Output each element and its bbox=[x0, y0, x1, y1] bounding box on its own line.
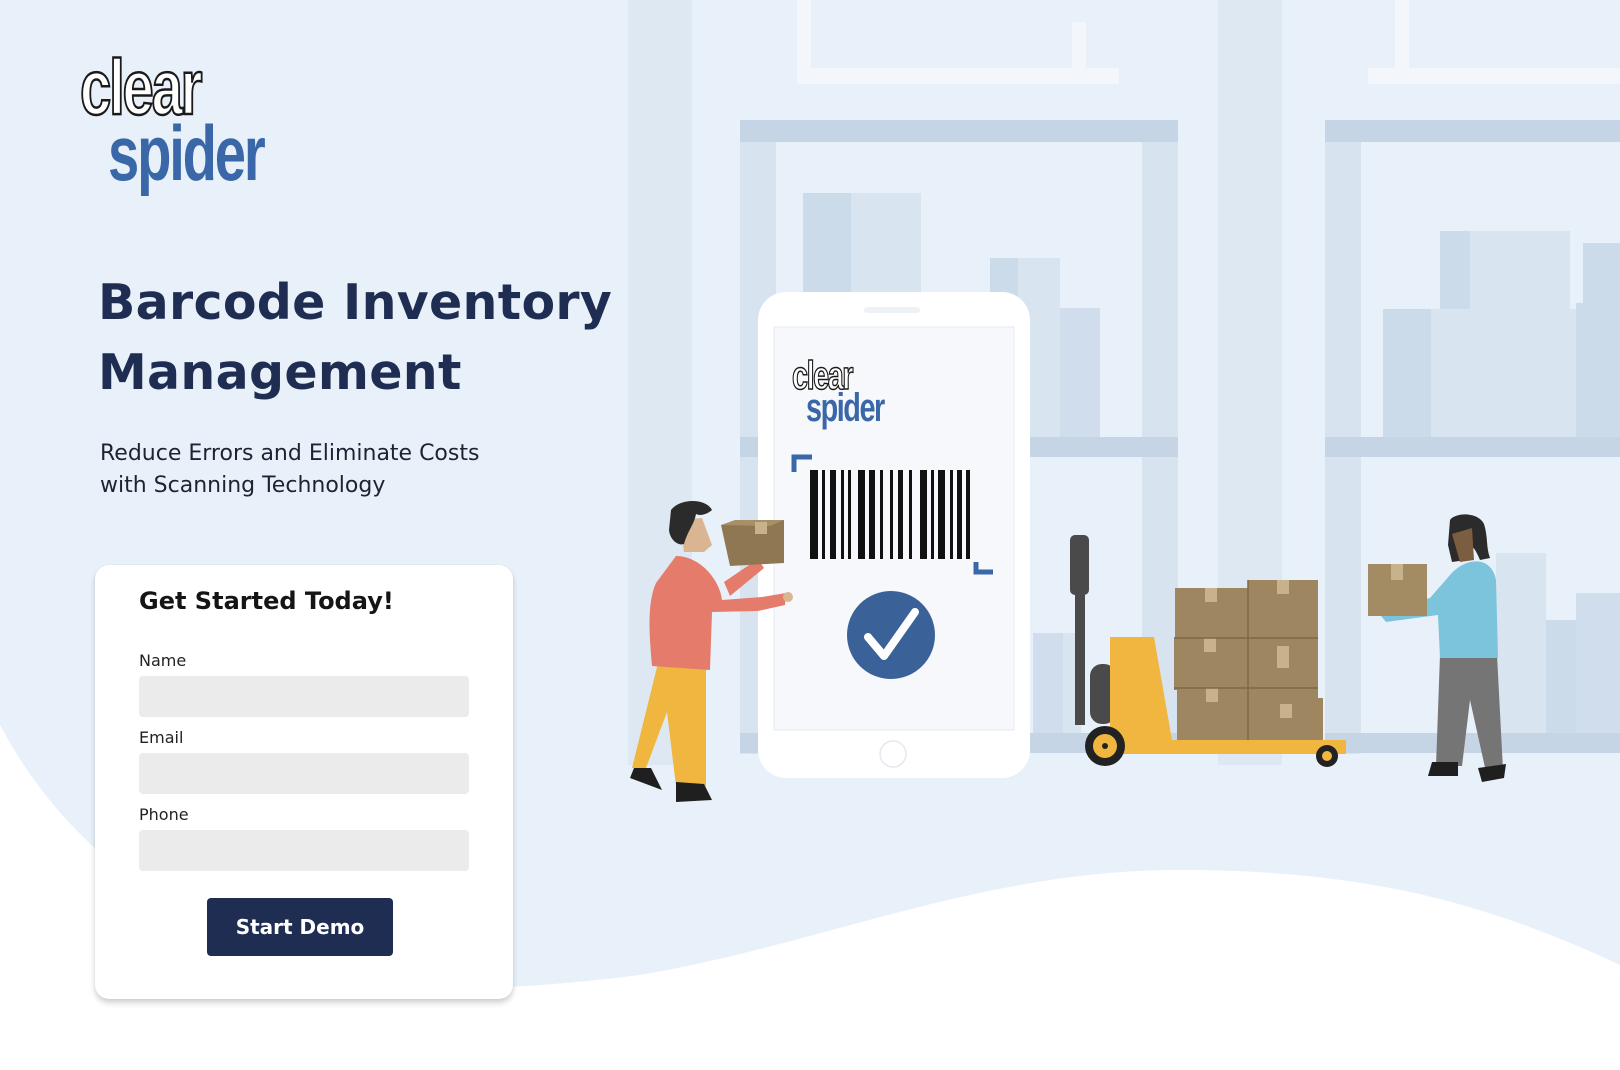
email-input[interactable] bbox=[139, 753, 469, 794]
page-title: Barcode Inventory Management bbox=[98, 274, 613, 401]
email-label: Email bbox=[139, 728, 184, 747]
name-input[interactable] bbox=[139, 676, 469, 717]
form-heading: Get Started Today! bbox=[139, 587, 394, 615]
start-demo-button[interactable]: Start Demo bbox=[207, 898, 393, 956]
logo-text-spider: spider bbox=[108, 109, 266, 197]
clearspider-logo[interactable]: clear spider bbox=[79, 47, 324, 197]
checkmark-icon bbox=[847, 591, 935, 679]
demo-signup-card: Get Started Today! Name Email Phone Star… bbox=[95, 565, 513, 999]
phone-label: Phone bbox=[139, 805, 189, 824]
phone-screen-logo: clear spider bbox=[791, 355, 914, 430]
phone-input[interactable] bbox=[139, 830, 469, 871]
page-subtitle: Reduce Errors and Eliminate Costs with S… bbox=[100, 441, 480, 498]
phone-logo-text-spider: spider bbox=[806, 386, 885, 430]
name-label: Name bbox=[139, 651, 187, 670]
